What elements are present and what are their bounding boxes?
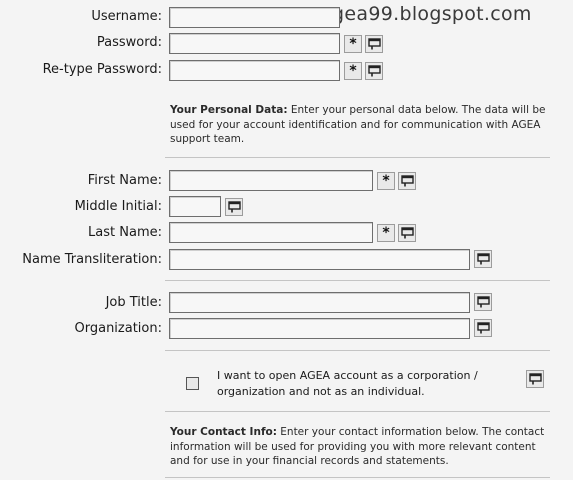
first-name-label: First Name: <box>87 173 162 188</box>
divider <box>165 157 550 158</box>
password-input[interactable] <box>169 33 340 54</box>
last-name-input[interactable] <box>169 222 373 243</box>
help-window-icon[interactable] <box>526 370 544 388</box>
corporate-account-checkbox-label: I want to open AGEA account as a corpora… <box>217 369 478 398</box>
required-asterisk-icon: * <box>377 224 395 242</box>
help-window-icon[interactable] <box>225 198 243 216</box>
organization-input[interactable] <box>169 318 470 339</box>
middle-initial-label: Middle Initial: <box>74 199 162 214</box>
required-asterisk-icon: * <box>344 62 362 80</box>
job-title-label: Job Title: <box>105 295 162 310</box>
divider <box>165 411 550 412</box>
name-transliteration-input[interactable] <box>169 249 470 270</box>
middle-initial-input[interactable] <box>169 196 221 217</box>
first-name-input[interactable] <box>169 170 373 191</box>
help-window-icon[interactable] <box>474 250 492 268</box>
divider <box>165 280 550 281</box>
username-input[interactable] <box>169 7 340 28</box>
help-window-icon[interactable] <box>365 62 383 80</box>
contact-info-description: Your Contact Info: Enter your contact in… <box>170 425 555 469</box>
personal-data-description: Your Personal Data: Enter your personal … <box>170 103 555 147</box>
retype-password-input[interactable] <box>169 60 340 81</box>
organization-label: Organization: <box>74 321 163 336</box>
contact-info-heading: Your Contact Info: <box>170 426 277 438</box>
corporate-account-checkbox[interactable] <box>186 377 199 390</box>
last-name-label: Last Name: <box>88 225 162 240</box>
name-transliteration-label: Name Transliteration: <box>22 252 162 267</box>
help-window-icon[interactable] <box>474 293 492 311</box>
retype-password-label: Re-type Password: <box>42 62 162 77</box>
help-window-icon[interactable] <box>398 224 416 242</box>
required-asterisk-icon: * <box>377 172 395 190</box>
personal-data-heading: Your Personal Data: <box>170 104 288 116</box>
help-window-icon[interactable] <box>474 319 492 337</box>
divider <box>165 350 550 351</box>
help-window-icon[interactable] <box>365 35 383 53</box>
divider <box>165 477 550 478</box>
required-asterisk-icon: * <box>344 35 362 53</box>
help-window-icon[interactable] <box>398 172 416 190</box>
username-label: Username: <box>91 9 162 24</box>
password-label: Password: <box>96 35 162 50</box>
job-title-input[interactable] <box>169 292 470 313</box>
